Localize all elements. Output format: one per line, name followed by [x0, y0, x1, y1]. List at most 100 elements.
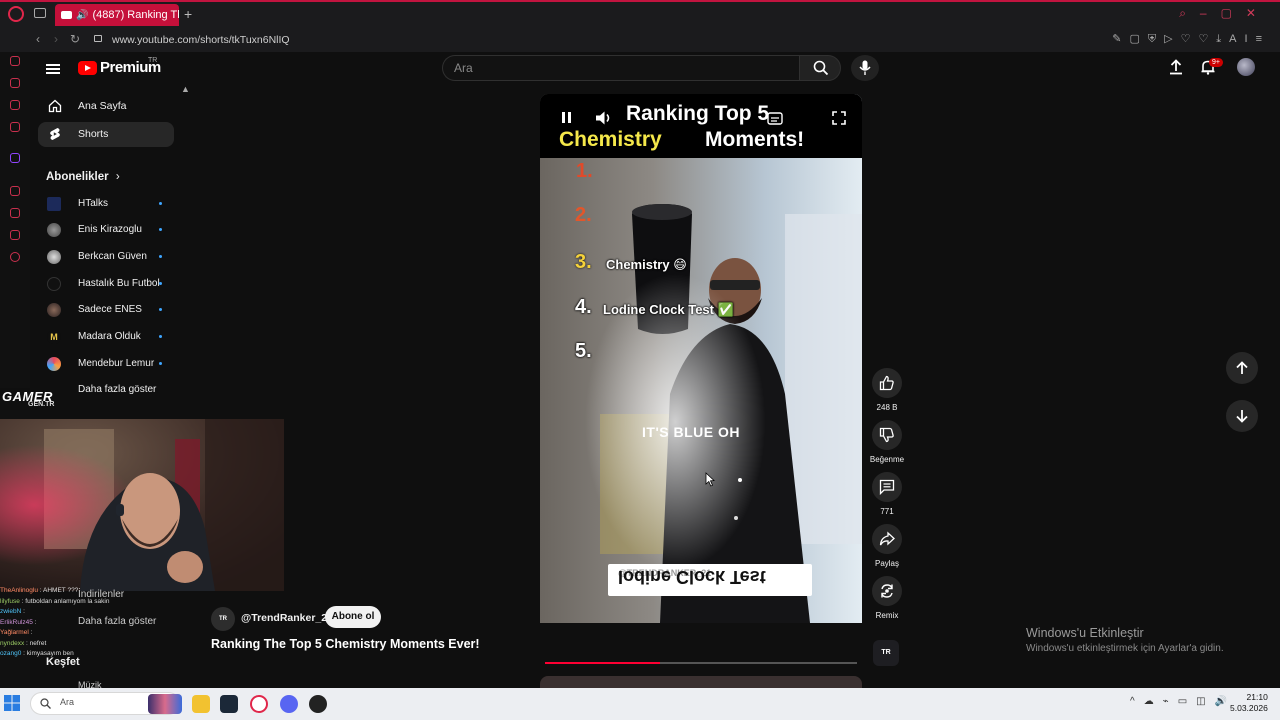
sidebar-item-label: Shorts — [78, 128, 109, 140]
browser-tab-active[interactable]: 🔊 (4887) Ranking The To — [55, 4, 179, 26]
ai-label[interactable]: AI — [1229, 33, 1255, 45]
next-short-button[interactable] — [1226, 400, 1258, 432]
channel-name[interactable]: @TrendRanker_21 — [241, 612, 333, 624]
account-avatar[interactable] — [1237, 58, 1255, 76]
settings-icon[interactable] — [10, 252, 20, 262]
rail-item-icon[interactable] — [10, 78, 20, 88]
short-video-player[interactable]: Ranking Top 5 Chemistry Moments! 1. 2. 3… — [540, 94, 862, 623]
sidebar-subscription[interactable]: HTalks — [38, 191, 174, 217]
sidebar-subscription[interactable]: Sadece ENES — [38, 297, 174, 323]
tab-title: (4887) Ranking The To — [92, 9, 179, 21]
rail-item-icon[interactable] — [10, 100, 20, 110]
rail-item-icon[interactable] — [10, 56, 20, 66]
share-action[interactable]: Paylaş — [871, 524, 903, 568]
new-content-dot — [159, 255, 162, 258]
rank-label: Chemistry 😄 — [606, 257, 687, 272]
stream-chat: TheAnlinoglu : AHMET ??? lilyfuse : futb… — [0, 586, 200, 688]
opera-logo-icon[interactable] — [8, 6, 24, 22]
rail-item-icon[interactable] — [10, 122, 20, 132]
new-content-dot — [159, 202, 162, 205]
chat-message: Yağlarmel : — [0, 629, 33, 636]
previous-short-button[interactable] — [1226, 352, 1258, 384]
obs-icon[interactable] — [309, 695, 327, 713]
comments-action[interactable]: 771 — [871, 472, 903, 516]
search-button[interactable] — [799, 55, 841, 81]
webcam-feed — [0, 419, 284, 591]
sidebar-scroll-up-icon[interactable]: ▲ — [181, 84, 190, 94]
subscription-name: Enis Kirazoglu — [78, 224, 142, 235]
arrow-down-icon — [1236, 410, 1248, 423]
voice-search-button[interactable] — [851, 55, 879, 81]
new-content-dot — [159, 282, 162, 285]
sidebar-subscription[interactable]: M Madara Olduk — [38, 324, 174, 350]
short-title[interactable]: Ranking The Top 5 Chemistry Moments Ever… — [211, 637, 480, 651]
channel-avatar — [47, 197, 61, 211]
sound-source-thumbnail[interactable]: TR — [873, 640, 899, 666]
subscription-name: Sadece ENES — [78, 304, 142, 315]
workspaces-icon[interactable] — [34, 8, 46, 18]
windows-start-icon[interactable] — [4, 695, 20, 711]
discord-icon[interactable] — [280, 695, 298, 713]
youtube-logo-icon[interactable] — [78, 61, 97, 75]
dislike-label: Beğenme — [869, 455, 905, 464]
steam-icon[interactable] — [220, 695, 238, 713]
taskbar-clock[interactable]: 21:10 5.03.2026 — [1230, 692, 1268, 714]
pause-button[interactable] — [560, 110, 574, 126]
sidebar-subscription[interactable]: Enis Kirazoglu — [38, 217, 174, 243]
reload-button[interactable]: ↻ — [70, 32, 80, 46]
sidebar-show-more-2[interactable]: Daha fazla göster — [78, 616, 156, 627]
search-placeholder: Ara — [454, 61, 473, 75]
twitch-icon[interactable] — [10, 153, 20, 163]
remix-action[interactable]: Remix — [871, 576, 903, 620]
search-input[interactable] — [442, 55, 799, 81]
sidebar-subscription[interactable]: Berkcan Güven — [38, 244, 174, 270]
remix-button[interactable] — [872, 576, 902, 606]
sidebar-item-label: Ana Sayfa — [78, 100, 127, 112]
chat-message: TheAnlinoglu : AHMET ??? — [0, 587, 79, 594]
subscribe-button[interactable]: Abone ol — [325, 606, 381, 628]
channel-avatar[interactable]: TR — [211, 607, 235, 631]
comments-button[interactable] — [872, 472, 902, 502]
taskbar-search-highlight-image — [148, 694, 182, 714]
chevron-right-icon: › — [115, 171, 120, 183]
menu-icon[interactable] — [46, 62, 60, 76]
show-more-label: Daha fazla göster — [78, 384, 157, 395]
file-explorer-icon[interactable] — [192, 695, 210, 713]
next-short-preview[interactable] — [540, 676, 862, 688]
subscriptions-heading[interactable]: Abonelikler › — [46, 171, 120, 183]
captions-icon[interactable] — [767, 112, 783, 125]
mouse-cursor-icon — [705, 472, 715, 487]
like-button[interactable] — [872, 368, 902, 398]
new-tab-button[interactable]: + — [184, 6, 192, 22]
back-button[interactable]: ‹ — [36, 32, 40, 46]
dislike-button[interactable] — [872, 420, 902, 450]
sidebar-item-shorts[interactable]: Shorts — [38, 122, 174, 147]
share-button[interactable] — [872, 524, 902, 554]
rail-item-icon[interactable] — [10, 230, 20, 240]
opera-gx-icon[interactable] — [250, 695, 268, 713]
upload-icon[interactable] — [1168, 59, 1184, 75]
rank-number: 3. — [575, 251, 592, 273]
extension-toolbar[interactable]: ✎▢⛨▷♡♡⤓AI≡ — [1112, 32, 1270, 46]
volume-icon[interactable] — [595, 110, 613, 126]
system-tray[interactable]: ^☁⌁▭◫🔊 — [1130, 696, 1236, 707]
dislike-action[interactable]: Beğenme — [870, 420, 904, 464]
forward-button[interactable]: › — [54, 32, 58, 46]
comment-count: 771 — [880, 507, 894, 516]
arrow-up-icon — [1236, 361, 1248, 374]
rail-item-icon[interactable] — [10, 208, 20, 218]
youtube-favicon-icon — [61, 11, 72, 20]
explore-heading: Keşfet — [46, 656, 80, 668]
video-caption: IT'S BLUE OH — [642, 424, 740, 440]
like-action[interactable]: 248 B — [871, 368, 903, 412]
sidebar-item-home[interactable]: Ana Sayfa — [38, 94, 174, 119]
home-icon — [48, 99, 62, 113]
tab-audio-icon[interactable]: 🔊 — [76, 5, 88, 26]
subscription-name: Hastalık Bu Futbol — [78, 278, 160, 289]
fullscreen-icon[interactable] — [832, 111, 846, 125]
sidebar-subscription[interactable]: Hastalık Bu Futbol — [38, 271, 174, 297]
rail-item-icon[interactable] — [10, 186, 20, 196]
url-field[interactable]: www.youtube.com/shorts/tkTuxn6NlIQ — [112, 34, 290, 46]
sidebar-subscription[interactable]: Mendebur Lemur — [38, 351, 174, 377]
window-controls[interactable]: ⌕–▢✕ — [1179, 6, 1270, 21]
